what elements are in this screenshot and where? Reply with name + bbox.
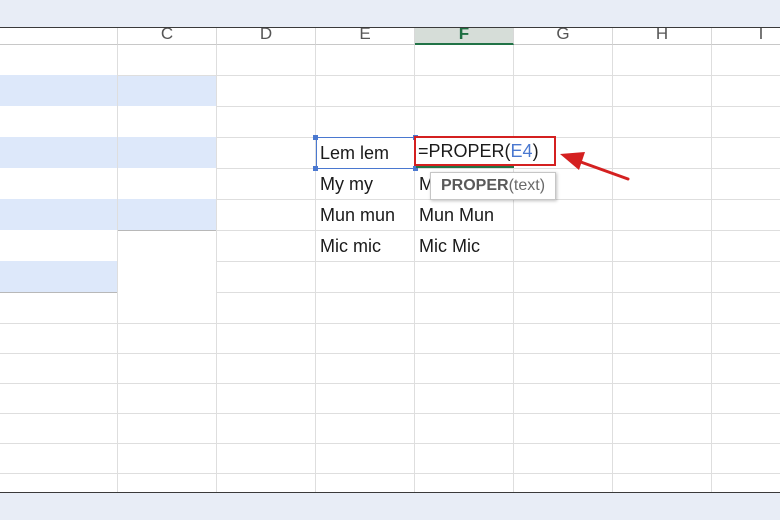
red-arrow-icon <box>560 152 630 181</box>
spreadsheet-grid: C D E F G H I Lem lem My my M Mun mun Mu… <box>0 27 780 493</box>
